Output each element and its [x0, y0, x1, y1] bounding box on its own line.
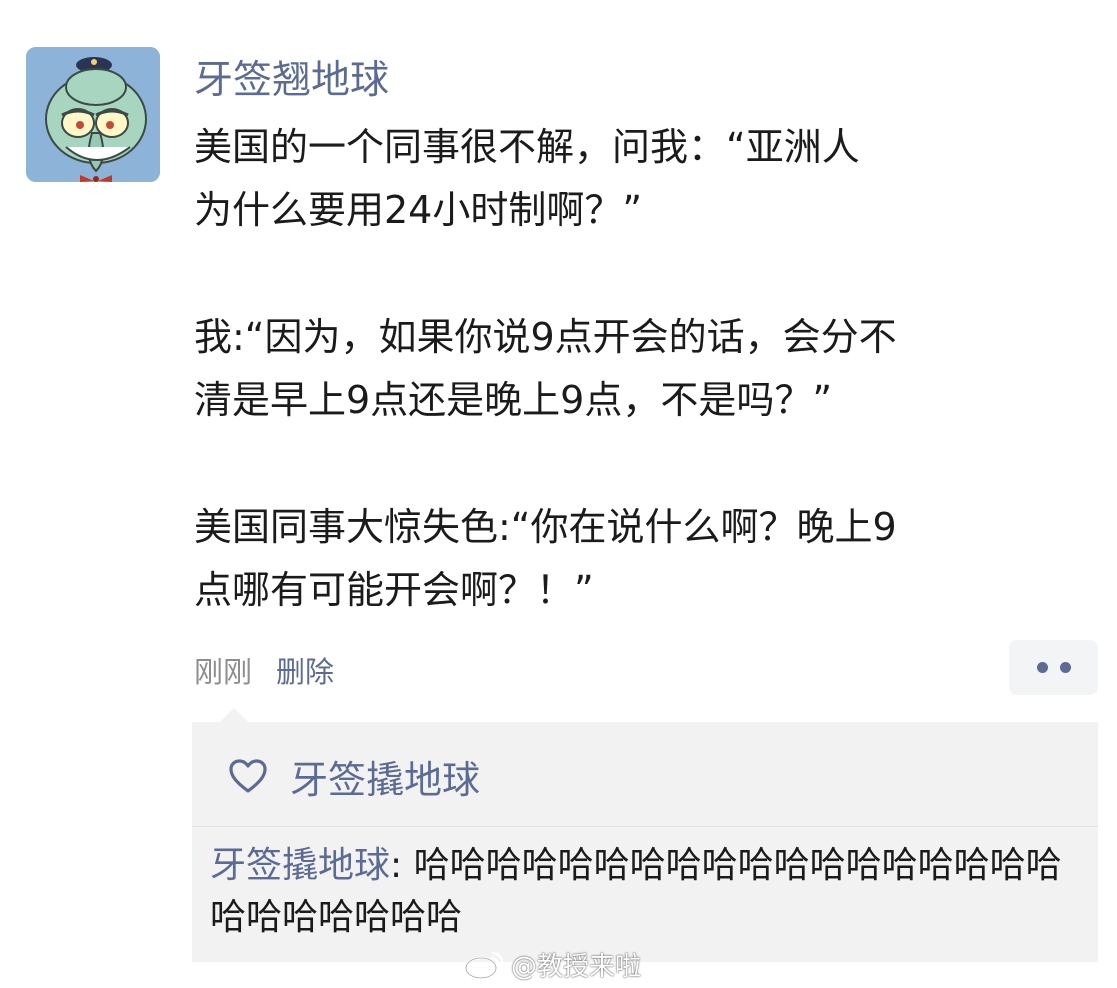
post-text-line: 为什么要用24小时制啊？” — [194, 188, 643, 232]
comment-item[interactable]: 牙签撬地球: 哈哈哈哈哈哈哈哈哈哈哈哈哈哈哈哈哈哈哈哈哈哈哈哈哈 — [210, 840, 1090, 944]
liker-name[interactable]: 牙签撬地球 — [290, 749, 480, 804]
post-text-line: 美国的一个同事很不解，问我：“亚洲人 — [194, 125, 860, 169]
squidward-avatar-image — [26, 47, 160, 182]
likes-row: 牙签撬地球 — [228, 750, 480, 802]
more-actions-button[interactable] — [1009, 640, 1098, 695]
post-author-name[interactable]: 牙签翘地球 — [194, 55, 389, 107]
post-body: 美国的一个同事很不解，问我：“亚洲人 为什么要用24小时制啊？” 我:“因为，如… — [194, 116, 1074, 622]
post-text-line: 美国同事大惊失色:“你在说什么啊？晚上9 — [194, 505, 897, 549]
divider — [192, 826, 1098, 827]
delete-button[interactable]: 删除 — [276, 649, 334, 691]
heart-icon — [229, 759, 267, 793]
post-text-line: 我:“因为，如果你说9点开会的话，会分不 — [194, 315, 897, 359]
watermark-text: @教授来啦 — [511, 951, 642, 982]
more-dots-icon — [1036, 662, 1048, 673]
post-timestamp: 刚刚 — [194, 655, 253, 689]
avatar[interactable] — [26, 47, 160, 182]
post-text-line: 清是早上9点还是晚上9点，不是吗？” — [194, 378, 833, 422]
post-meta: 刚刚 删除 — [194, 648, 334, 692]
weibo-icon — [464, 951, 504, 979]
likes-comments-panel: 牙签撬地球 牙签撬地球: 哈哈哈哈哈哈哈哈哈哈哈哈哈哈哈哈哈哈哈哈哈哈哈哈哈 — [192, 722, 1098, 962]
comment-author[interactable]: 牙签撬地球 — [210, 845, 390, 886]
more-dots-icon — [1059, 662, 1071, 673]
comment-box-caret — [220, 708, 248, 722]
watermark: @教授来啦 — [463, 946, 641, 982]
comment-separator: : — [390, 845, 414, 886]
post-text-line: 点哪有可能开会啊？！” — [194, 568, 594, 612]
